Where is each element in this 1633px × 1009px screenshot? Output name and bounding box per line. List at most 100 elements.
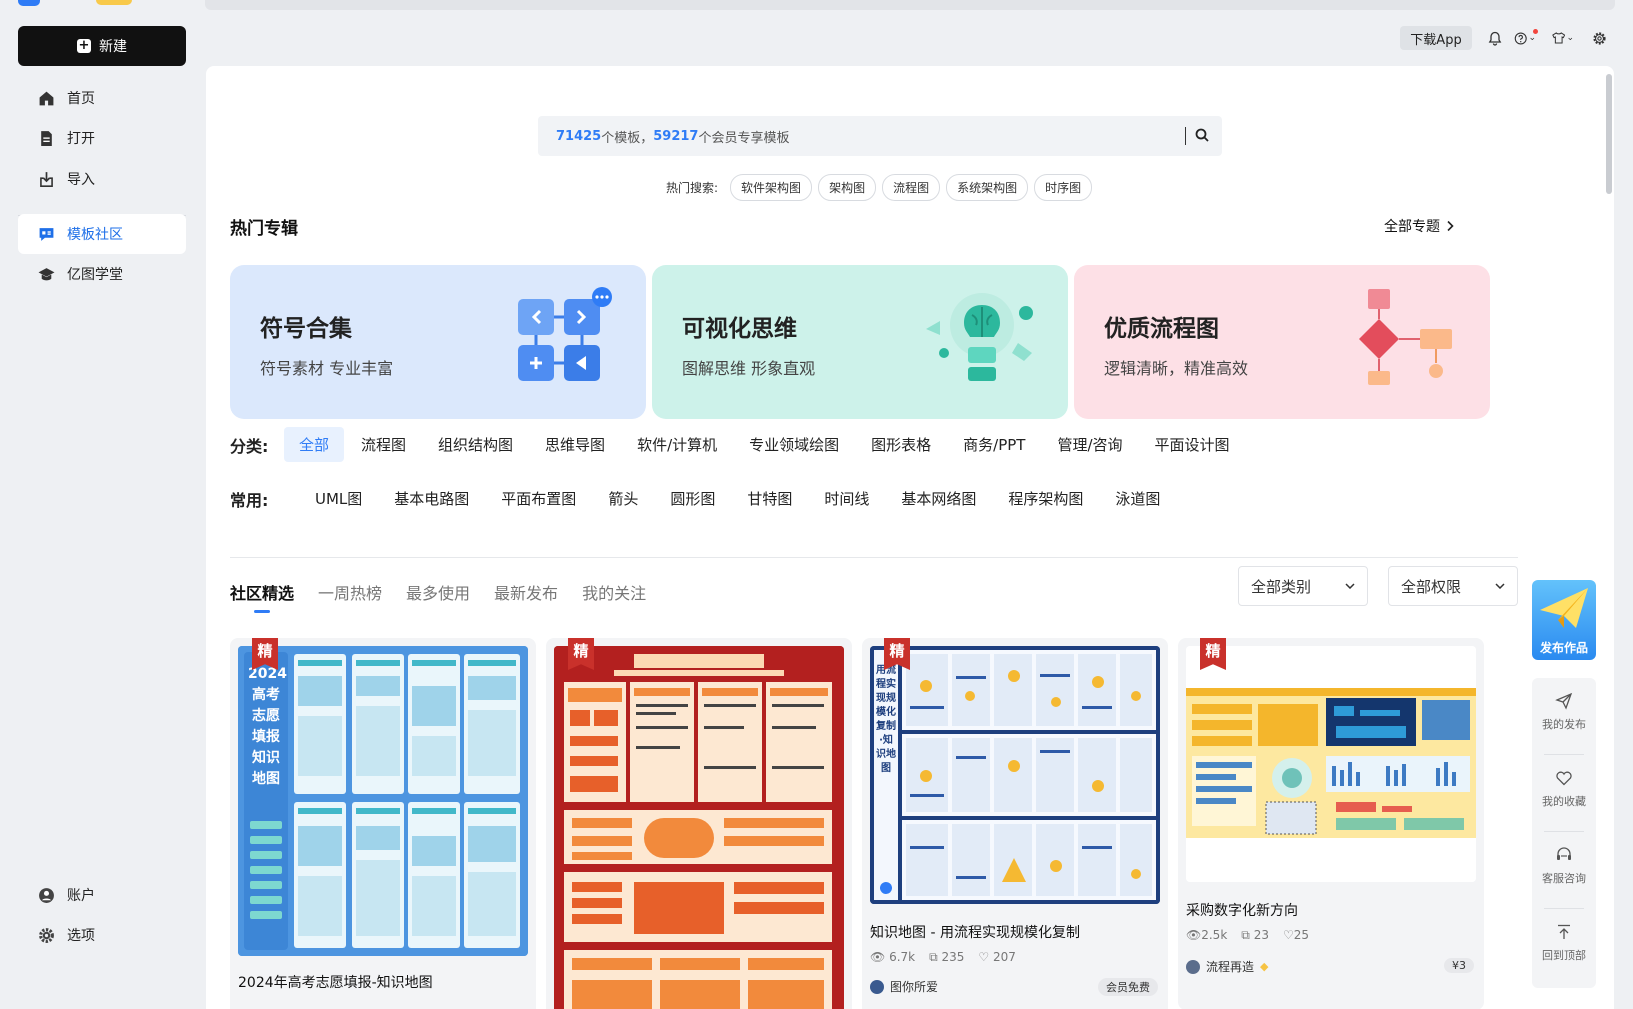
back-to-top-button[interactable]: 回到顶部 (1532, 909, 1596, 985)
heart-icon: ♡ (978, 950, 990, 964)
tab-featured[interactable]: 社区精选 (230, 580, 294, 613)
sidebar-item-account[interactable]: 账户 (18, 877, 95, 913)
topic-card-visual-thinking[interactable]: 可视化思维 图解思维 形象直观 (652, 265, 1068, 419)
my-favorites-button[interactable]: 我的收藏 (1532, 755, 1596, 831)
template-thumbnail: 用流程实现规模化复制·知识地图 (870, 646, 1160, 904)
template-thumbnail: 2024高考志愿填报知识地图 (238, 646, 528, 956)
category-chip-all[interactable]: 全部 (284, 427, 345, 462)
category-chip[interactable]: 软件/计算机 (622, 427, 732, 462)
template-stats: 👁2.5k ⧉ 23 ♡25 (1186, 928, 1310, 942)
eye-icon: 👁 (870, 950, 886, 964)
headset-icon (1557, 847, 1571, 860)
topic-card-flowcharts[interactable]: 优质流程图 逻辑清晰，精准高效 (1074, 265, 1490, 419)
common-chip[interactable]: 圆形图 (655, 481, 730, 516)
template-title: 知识地图 - 用流程实现规模化复制 (870, 925, 1080, 941)
tab-most-used[interactable]: 最多使用 (406, 580, 470, 604)
template-community-panel: 71425 个模板， 59217 个会员专享模板 热门搜索: 软件架构图 架构图… (206, 66, 1614, 1009)
common-chip[interactable]: 箭头 (593, 481, 653, 516)
publish-work-button[interactable]: 发布作品 (1532, 580, 1596, 660)
symbols-illustration-icon (518, 287, 612, 381)
avatar (870, 979, 884, 994)
common-chip[interactable]: 程序架构图 (993, 481, 1098, 516)
permission-select[interactable]: 全部权限 (1388, 566, 1518, 606)
common-chip[interactable]: UML图 (300, 481, 377, 516)
hot-search-term[interactable]: 流程图 (882, 173, 941, 201)
template-search-input[interactable]: 71425 个模板， 59217 个会员专享模板 (538, 116, 1222, 156)
common-chip[interactable]: 基本电路图 (379, 481, 484, 516)
search-caret (1185, 127, 1186, 145)
settings-icon (39, 927, 54, 943)
gear-icon[interactable] (1588, 28, 1610, 48)
template-card[interactable]: 精 (546, 638, 852, 1009)
new-button[interactable]: + 新建 (18, 26, 186, 66)
hot-search-term[interactable]: 时序图 (1034, 173, 1093, 201)
category-chip[interactable]: 组织结构图 (423, 427, 528, 462)
sidebar-item-open[interactable]: 打开 (18, 118, 186, 158)
template-card[interactable]: 精 用流程实现规模化复制·知识地图 知识地图 - 用流程实现规模化复制 👁 6.… (862, 638, 1168, 1009)
common-chip[interactable]: 时间线 (809, 481, 884, 516)
category-chip[interactable]: 专业领域绘图 (734, 427, 854, 462)
copy-icon: ⧉ (1241, 928, 1250, 942)
sidebar-item-options[interactable]: 选项 (18, 917, 95, 953)
paper-plane-icon (1540, 588, 1588, 628)
search-icon[interactable] (1194, 127, 1210, 143)
featured-section-title: 热门专辑 (230, 219, 298, 239)
tab-following[interactable]: 我的关注 (582, 580, 646, 604)
common-chip[interactable]: 泳道图 (1100, 481, 1175, 516)
chevron-down-icon (1495, 583, 1505, 589)
customer-service-button[interactable]: 客服咨询 (1532, 832, 1596, 908)
plus-icon: + (77, 38, 91, 53)
top-bar (205, 0, 1615, 10)
common-chip[interactable]: 甘特图 (732, 481, 807, 516)
my-publications-button[interactable]: 我的发布 (1532, 678, 1596, 754)
tab-weekly-hot[interactable]: 一周热榜 (318, 580, 382, 604)
template-author[interactable]: 流程再造 ◆ (1186, 958, 1268, 975)
category-select[interactable]: 全部类别 (1238, 566, 1368, 606)
chevron-right-icon (1447, 220, 1454, 232)
chat-icon (39, 227, 54, 241)
shirt-icon[interactable]: ⌄ (1552, 28, 1574, 48)
hot-search-bar: 热门搜索: 软件架构图 架构图 流程图 系统架构图 时序图 (666, 173, 1093, 201)
category-chip[interactable]: 商务/PPT (948, 427, 1040, 462)
send-icon (1555, 692, 1573, 710)
home-icon (39, 91, 54, 105)
common-chip[interactable]: 基本网络图 (886, 481, 991, 516)
category-chip[interactable]: 管理/咨询 (1042, 427, 1137, 462)
file-icon (41, 130, 52, 146)
heart-icon: ♡ (1282, 928, 1294, 942)
sidebar-item-home[interactable]: 首页 (18, 78, 186, 118)
common-label: 常用: (230, 491, 269, 510)
hot-search-term[interactable]: 系统架构图 (946, 173, 1029, 201)
brain-bulb-illustration-icon (926, 293, 1033, 381)
template-card[interactable]: 精 2024高考志愿填报知识地图 2024年高考志愿填报-知识地图 (230, 638, 536, 1009)
scrollbar[interactable] (1606, 74, 1612, 194)
avatar (1186, 959, 1200, 974)
category-chip[interactable]: 流程图 (346, 427, 421, 462)
chevron-down-icon (1345, 583, 1355, 589)
arrow-up-icon (1558, 924, 1570, 939)
category-chip[interactable]: 思维导图 (530, 427, 620, 462)
tab-newest[interactable]: 最新发布 (494, 580, 558, 604)
community-tabs: 社区精选 一周热榜 最多使用 最新发布 我的关注 (230, 580, 646, 613)
categories-label: 分类: (230, 437, 269, 456)
sidebar-item-template-community[interactable]: 模板社区 (18, 214, 186, 254)
topic-card-symbols[interactable]: 符号合集 符号素材 专业丰富 (230, 265, 646, 419)
all-topics-link[interactable]: 全部专题 (1384, 216, 1454, 236)
bell-icon[interactable] (1484, 28, 1506, 48)
sidebar-item-academy[interactable]: 亿图学堂 (18, 254, 186, 294)
template-author[interactable]: 图你所爱 (870, 978, 938, 995)
flowchart-illustration-icon (1359, 289, 1452, 385)
category-chip[interactable]: 图形表格 (856, 427, 946, 462)
download-app-button[interactable]: 下载App (1400, 26, 1472, 50)
hot-search-term[interactable]: 软件架构图 (730, 173, 813, 201)
price-badge: ¥3 (1444, 958, 1474, 973)
thumbnail-poster-title: 用流程实现规模化复制·知识地图 (876, 665, 896, 774)
heart-icon (1556, 771, 1572, 786)
sidebar-item-import[interactable]: 导入 (18, 159, 186, 199)
common-filter-bar: UML图 基本电路图 平面布置图 箭头 圆形图 甘特图 时间线 基本网络图 程序… (300, 481, 1177, 516)
template-title: 采购数字化新方向 (1186, 903, 1298, 919)
category-chip[interactable]: 平面设计图 (1140, 427, 1245, 462)
template-card[interactable]: 精 采购数字化新方向 👁2.5k ⧉ 23 ♡25 流程再造 ◆ ¥3 (1178, 638, 1484, 1009)
hot-search-term[interactable]: 架构图 (818, 173, 877, 201)
common-chip[interactable]: 平面布置图 (486, 481, 591, 516)
